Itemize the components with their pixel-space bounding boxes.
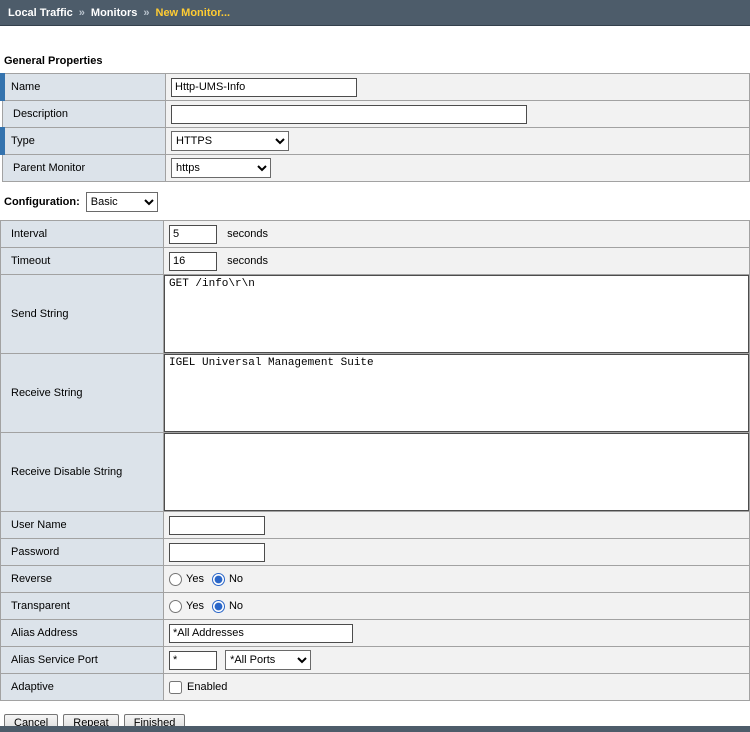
row-receive-disable-string: Receive Disable String (1, 433, 750, 512)
transparent-yes-label: Yes (186, 600, 204, 612)
reverse-no-label: No (229, 573, 243, 585)
parent-monitor-label: Parent Monitor (3, 155, 166, 182)
timeout-suffix: seconds (227, 255, 268, 267)
row-user-name: User Name (1, 512, 750, 539)
row-description: Description (3, 101, 750, 128)
transparent-no-radio[interactable] (212, 600, 225, 613)
name-label: Name (3, 74, 166, 101)
reverse-yes-label: Yes (186, 573, 204, 585)
reverse-no-radio[interactable] (212, 573, 225, 586)
alias-service-port-label: Alias Service Port (1, 647, 164, 674)
breadcrumb-local-traffic[interactable]: Local Traffic (8, 7, 73, 19)
interval-input[interactable] (169, 225, 217, 244)
configuration-label: Configuration: (4, 196, 80, 208)
reverse-yes-radio[interactable] (169, 573, 182, 586)
breadcrumb-new-monitor: New Monitor... (156, 7, 231, 19)
send-string-textarea[interactable]: GET /info\r\n (164, 275, 749, 353)
interval-label: Interval (1, 221, 164, 248)
user-name-label: User Name (1, 512, 164, 539)
bottom-bar (0, 726, 750, 732)
general-properties-heading: General Properties (4, 55, 750, 67)
row-alias-service-port: Alias Service Port *All Ports (1, 647, 750, 674)
description-input[interactable] (171, 105, 527, 124)
send-string-label: Send String (1, 275, 164, 354)
alias-address-label: Alias Address (1, 620, 164, 647)
receive-string-textarea[interactable]: IGEL Universal Management Suite (164, 354, 749, 432)
breadcrumb-separator-icon: » (79, 7, 85, 19)
breadcrumb-separator-icon: » (143, 7, 149, 19)
name-input[interactable] (171, 78, 357, 97)
row-type: Type HTTPS (3, 128, 750, 155)
row-parent-monitor: Parent Monitor https (3, 155, 750, 182)
alias-service-port-select[interactable]: *All Ports (225, 650, 311, 670)
alias-address-input[interactable] (169, 624, 353, 643)
receive-string-label: Receive String (1, 354, 164, 433)
parent-monitor-select[interactable]: https (171, 158, 271, 178)
row-interval: Interval seconds (1, 221, 750, 248)
row-send-string: Send String GET /info\r\n (1, 275, 750, 354)
breadcrumb-monitors[interactable]: Monitors (91, 7, 137, 19)
row-name: Name (3, 74, 750, 101)
password-input[interactable] (169, 543, 265, 562)
type-label: Type (3, 128, 166, 155)
configuration-table: Interval seconds Timeout seconds Send St… (0, 220, 750, 701)
timeout-label: Timeout (1, 248, 164, 275)
configuration-row: Configuration: Basic (4, 192, 750, 212)
adaptive-enabled-label: Enabled (187, 681, 227, 693)
receive-disable-string-textarea[interactable] (164, 433, 749, 511)
row-transparent: Transparent Yes No (1, 593, 750, 620)
row-receive-string: Receive String IGEL Universal Management… (1, 354, 750, 433)
row-password: Password (1, 539, 750, 566)
general-properties-table: Name Description Type HTTPS Parent Monit… (0, 73, 750, 182)
type-select[interactable]: HTTPS (171, 131, 289, 151)
transparent-no-label: No (229, 600, 243, 612)
adaptive-label: Adaptive (1, 674, 164, 701)
interval-suffix: seconds (227, 228, 268, 240)
transparent-yes-radio[interactable] (169, 600, 182, 613)
receive-disable-string-label: Receive Disable String (1, 433, 164, 512)
adaptive-enabled-checkbox[interactable] (169, 681, 182, 694)
reverse-label: Reverse (1, 566, 164, 593)
alias-service-port-input[interactable] (169, 651, 217, 670)
user-name-input[interactable] (169, 516, 265, 535)
breadcrumb: Local Traffic » Monitors » New Monitor..… (0, 0, 750, 26)
timeout-input[interactable] (169, 252, 217, 271)
row-timeout: Timeout seconds (1, 248, 750, 275)
row-alias-address: Alias Address (1, 620, 750, 647)
password-label: Password (1, 539, 164, 566)
row-reverse: Reverse Yes No (1, 566, 750, 593)
configuration-select[interactable]: Basic (86, 192, 158, 212)
row-adaptive: Adaptive Enabled (1, 674, 750, 701)
transparent-label: Transparent (1, 593, 164, 620)
description-label: Description (3, 101, 166, 128)
